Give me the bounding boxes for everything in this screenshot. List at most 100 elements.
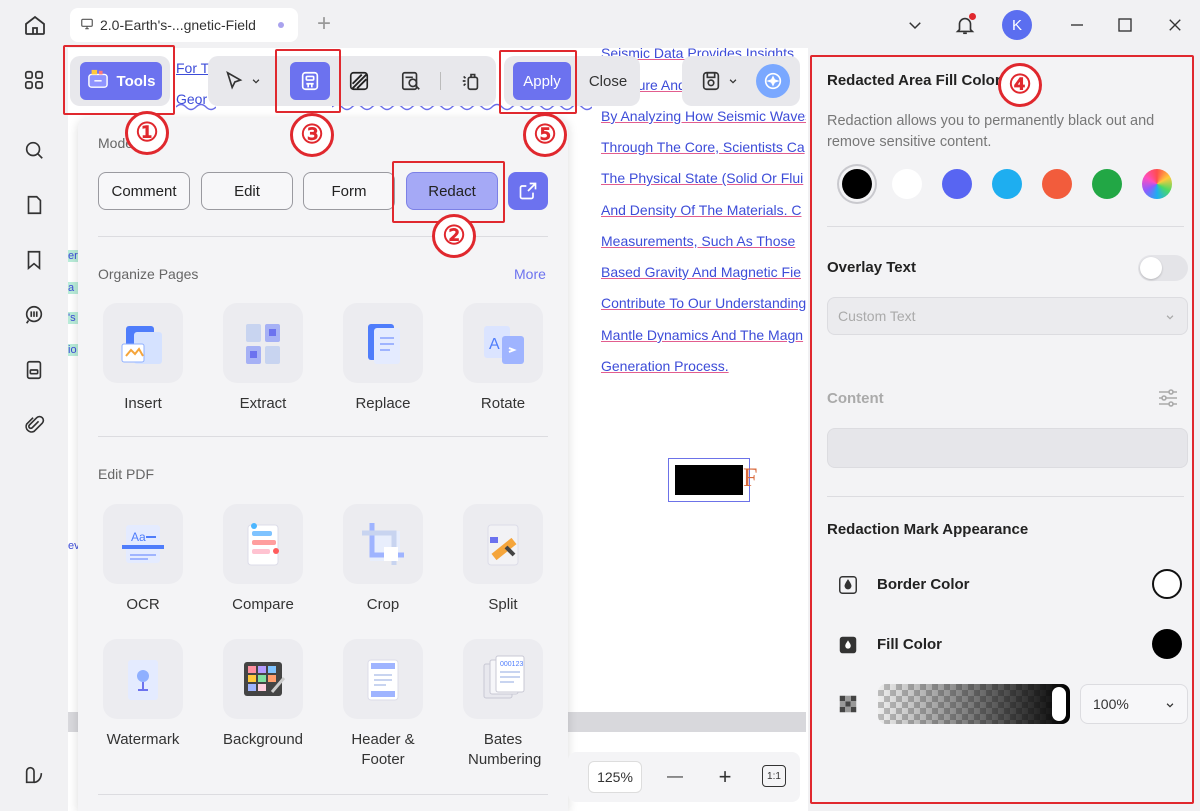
- zoom-in-button[interactable]: +: [710, 761, 740, 793]
- header-footer-icon: [367, 659, 399, 701]
- cursor-icon: [226, 70, 243, 90]
- highlight-box-apply: [499, 50, 577, 114]
- tab-title: 2.0-Earth's-...gnetic-Field: [100, 17, 256, 33]
- svg-text:Aa: Aa: [131, 530, 146, 544]
- ai-assistant-icon: [764, 72, 782, 90]
- external-link-icon: [519, 182, 537, 200]
- watermark-icon: [128, 660, 158, 700]
- doc-margin-tag: a: [68, 282, 78, 294]
- section-divider: [98, 794, 548, 795]
- watermark-label: Watermark: [106, 731, 180, 748]
- organize-heading: Organize Pages: [98, 266, 199, 282]
- more-link[interactable]: More: [514, 266, 546, 282]
- actual-size-button[interactable]: 1:1: [762, 765, 786, 787]
- highlight-box-mark-redaction: [275, 49, 341, 113]
- unsaved-dot: [278, 22, 284, 28]
- chevron-down-icon[interactable]: [904, 14, 926, 36]
- apps-grid-icon[interactable]: [20, 66, 48, 94]
- watermark-tile[interactable]: [103, 639, 183, 719]
- mode-comment-button[interactable]: Comment: [98, 172, 190, 210]
- svg-text:A: A: [489, 336, 500, 353]
- doc-line: Through The Core, Scientists Ca: [601, 139, 805, 155]
- zoom-out-button[interactable]: —: [660, 761, 690, 793]
- search-icon[interactable]: [20, 136, 48, 164]
- crop-tile[interactable]: [343, 504, 423, 584]
- compare-tile[interactable]: [223, 504, 303, 584]
- rotate-label: Rotate: [480, 395, 526, 412]
- bell-icon[interactable]: [952, 12, 978, 38]
- maximize-icon[interactable]: [1112, 12, 1138, 38]
- ocr-icon: Aa: [122, 525, 164, 563]
- minimize-icon[interactable]: [1064, 12, 1090, 38]
- doc-margin-tag: ev: [68, 540, 78, 552]
- new-tab-plus-icon[interactable]: +: [312, 10, 336, 37]
- section-divider: [98, 436, 548, 437]
- replace-tile[interactable]: [343, 303, 423, 383]
- mode-form-button[interactable]: Form: [303, 172, 395, 210]
- edit-pdf-heading: Edit PDF: [98, 466, 155, 482]
- bookmark-icon[interactable]: [20, 246, 48, 274]
- sanitize-button[interactable]: [452, 62, 490, 100]
- attachment-page-icon[interactable]: [20, 356, 48, 384]
- paperclip-icon[interactable]: [20, 411, 48, 439]
- wavy-underline: [176, 103, 216, 111]
- highlight-box-tools: [63, 45, 175, 115]
- rotate-icon: A: [484, 326, 524, 364]
- save-icon: [702, 71, 720, 91]
- select-tool-button[interactable]: [216, 62, 268, 100]
- callout-3: ③: [290, 113, 334, 157]
- doc-margin-tag: er: [68, 250, 78, 262]
- close-window-icon[interactable]: [1162, 12, 1188, 38]
- background-tile[interactable]: [223, 639, 303, 719]
- search-redact-button[interactable]: [392, 62, 430, 100]
- chevron-down-icon: [252, 79, 260, 84]
- theme-icon[interactable]: [20, 761, 48, 789]
- redaction-box[interactable]: F: [668, 458, 757, 502]
- callout-2: ②: [432, 214, 476, 258]
- notification-dot: [969, 13, 976, 20]
- monitor-icon: [80, 17, 94, 34]
- bates-numbering-label: Bates Numbering: [468, 731, 542, 768]
- redaction-fill: [675, 465, 743, 495]
- extract-icon: [246, 324, 280, 364]
- rotate-tile[interactable]: A: [463, 303, 543, 383]
- header-footer-tile[interactable]: [343, 639, 423, 719]
- header-footer-label: Header & Footer: [351, 731, 415, 768]
- mode-edit-button[interactable]: Edit: [201, 172, 293, 210]
- ocr-label: OCR: [126, 596, 160, 613]
- svg-text:000123: 000123: [500, 661, 523, 668]
- bates-numbering-tile[interactable]: 000123: [463, 639, 543, 719]
- title-bar: 2.0-Earth's-...gnetic-Field + K: [0, 0, 1200, 48]
- ocr-tile[interactable]: Aa: [103, 504, 183, 584]
- insert-tile[interactable]: [103, 303, 183, 383]
- doc-line: Contribute To Our Understanding: [601, 295, 806, 311]
- document-tab[interactable]: 2.0-Earth's-...gnetic-Field: [70, 8, 298, 42]
- hatched-square-icon: [349, 71, 369, 91]
- background-icon: [244, 662, 286, 696]
- insert-label: Insert: [124, 395, 162, 412]
- redact-pages-button[interactable]: [340, 62, 378, 100]
- pages-icon[interactable]: [20, 191, 48, 219]
- home-icon[interactable]: [20, 10, 50, 40]
- callout-1: ①: [125, 111, 169, 155]
- open-external-button[interactable]: [508, 172, 548, 210]
- doc-margin-tag: io: [68, 344, 78, 356]
- doc-line: Generation Process.: [601, 358, 729, 374]
- bates-numbering-icon: 000123: [483, 655, 525, 699]
- doc-line: By Analyzing How Seismic Waves: [601, 108, 806, 124]
- search-redact-icon: [401, 71, 420, 91]
- save-button[interactable]: [690, 62, 748, 100]
- redaction-letter: F: [743, 463, 758, 492]
- split-tile[interactable]: [463, 504, 543, 584]
- compare-icon: [247, 523, 279, 566]
- extract-tile[interactable]: [223, 303, 303, 383]
- split-label: Split: [488, 596, 518, 613]
- avatar[interactable]: K: [1002, 10, 1032, 40]
- zoom-level[interactable]: 125%: [588, 761, 642, 793]
- replace-icon: [368, 324, 400, 364]
- close-button[interactable]: Close: [580, 62, 636, 100]
- highlight-box-properties-panel: [810, 55, 1194, 804]
- doc-line: Measurements, Such As Those: [601, 233, 796, 249]
- comments-icon[interactable]: [20, 301, 48, 329]
- ai-assistant-button[interactable]: [756, 64, 790, 98]
